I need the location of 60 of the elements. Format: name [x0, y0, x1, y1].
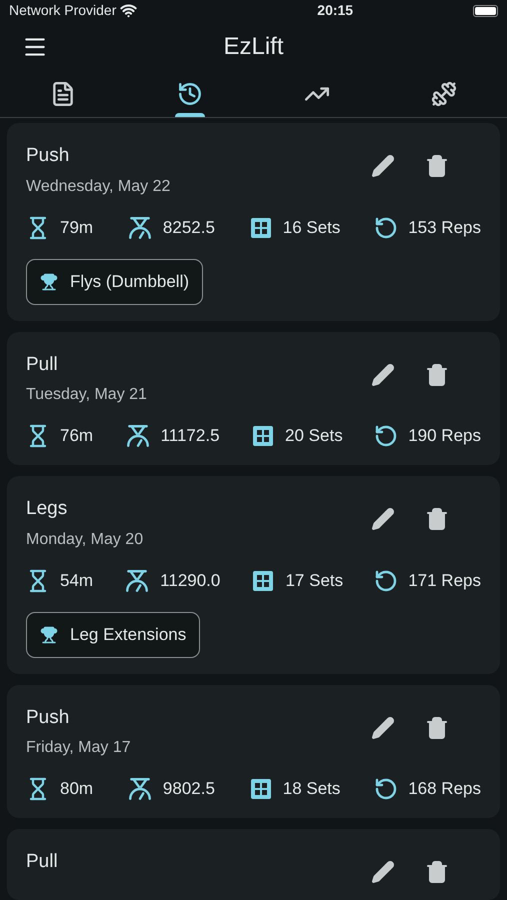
rotate-icon — [374, 424, 398, 448]
record-chip[interactable]: Flys (Dumbbell) — [26, 258, 204, 305]
stat-value: 18 Sets — [282, 778, 340, 800]
delete-button[interactable] — [425, 716, 449, 740]
edit-button[interactable] — [371, 362, 395, 387]
stat-value: 8252.5 — [162, 216, 215, 239]
workout-title: Pull — [26, 850, 58, 874]
rotate-icon — [374, 568, 398, 593]
wifi-icon — [120, 2, 138, 20]
app-title: EzLift — [223, 32, 284, 62]
workout-title: Push — [26, 706, 70, 730]
dumbbell-icon — [430, 81, 457, 108]
rotate-icon — [374, 777, 398, 802]
workout-date: Friday, May 17 — [26, 738, 131, 758]
grid-icon — [248, 777, 273, 802]
edit-button[interactable] — [371, 716, 395, 740]
edit-button[interactable] — [371, 507, 395, 532]
grid-icon — [248, 216, 273, 240]
stat-value: 80m — [60, 778, 94, 800]
stat-value: 11290.0 — [160, 570, 220, 592]
workout-title: Pull — [26, 352, 59, 377]
trophy-icon — [40, 272, 58, 291]
workout-title: Push — [26, 144, 70, 168]
workout-date: Tuesday, May 21 — [26, 385, 147, 406]
workout-date: Monday, May 20 — [26, 530, 144, 550]
stat-value: 190 Reps — [408, 425, 481, 448]
edit-button[interactable] — [371, 154, 395, 178]
stat-value: 9802.5 — [162, 778, 215, 800]
grid-icon — [251, 568, 276, 593]
grid-icon — [251, 424, 276, 448]
delete-button[interactable] — [425, 507, 449, 532]
delete-button[interactable] — [425, 860, 449, 884]
trophy-icon — [40, 626, 58, 644]
stat-value: 168 Reps — [408, 778, 481, 800]
stat-value: 79m — [60, 216, 94, 239]
stat-value: 171 Reps — [408, 570, 481, 592]
stat-value: 76m — [60, 425, 94, 448]
stat-value: 20 Sets — [285, 425, 343, 448]
workout-title: Legs — [26, 497, 68, 522]
delete-button[interactable] — [425, 154, 449, 178]
battery-icon — [473, 4, 498, 17]
stat-value: 11172.5 — [160, 425, 220, 448]
scale-gauge-icon — [124, 423, 151, 450]
stat-value: 54m — [60, 570, 94, 592]
delete-button[interactable] — [425, 362, 449, 387]
stat-value: 153 Reps — [408, 216, 481, 239]
scale-gauge-icon — [124, 568, 150, 594]
rotate-icon — [374, 216, 398, 240]
stat-value: 17 Sets — [285, 570, 344, 592]
stat-value: 16 Sets — [282, 216, 340, 239]
scale-gauge-icon — [126, 776, 153, 802]
edit-button[interactable] — [371, 860, 395, 884]
workout-date: Wednesday, May 22 — [26, 176, 170, 197]
history-icon — [177, 81, 204, 108]
record-chip[interactable]: Leg Extensions — [26, 612, 200, 658]
record-name: Flys (Dumbbell) — [70, 270, 190, 293]
clock-time: 20:15 — [317, 1, 354, 20]
scale-gauge-icon — [126, 214, 153, 241]
record-name: Leg Extensions — [70, 624, 186, 646]
carrier-name: Network Provider — [9, 1, 116, 20]
